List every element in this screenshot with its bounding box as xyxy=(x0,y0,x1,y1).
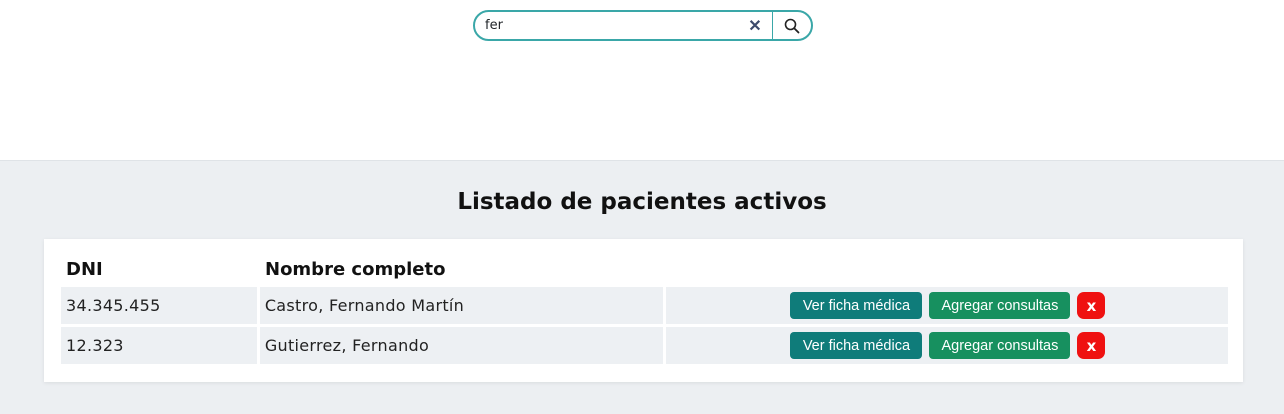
cell-nombre: Castro, Fernando Martín xyxy=(259,287,664,324)
cell-dni: 12.323 xyxy=(61,327,257,364)
delete-patient-button[interactable]: x xyxy=(1077,332,1106,359)
search-input[interactable] xyxy=(485,13,744,38)
table-row: 12.323 Gutierrez, Fernando Ver ficha méd… xyxy=(61,327,1228,364)
search-bar: ✕ xyxy=(473,10,813,41)
search-header: ✕ xyxy=(0,0,1284,161)
clear-search-icon[interactable]: ✕ xyxy=(744,14,766,38)
ver-ficha-medica-button[interactable]: Ver ficha médica xyxy=(790,332,923,359)
delete-patient-button[interactable]: x xyxy=(1077,292,1106,319)
cell-nombre: Gutierrez, Fernando xyxy=(259,327,664,364)
content-area: Listado de pacientes activos DNI Nombre … xyxy=(0,161,1284,414)
column-header-nombre: Nombre completo xyxy=(265,258,446,280)
ver-ficha-medica-button[interactable]: Ver ficha médica xyxy=(790,292,923,319)
patients-table-card: DNI Nombre completo 34.345.455 Castro, F… xyxy=(44,239,1243,382)
page-title: Listado de pacientes activos xyxy=(457,189,827,215)
search-button[interactable] xyxy=(772,12,811,39)
cell-actions: Ver ficha médica Agregar consultas x xyxy=(666,327,1228,364)
column-header-dni: DNI xyxy=(66,258,103,280)
search-icon xyxy=(784,18,800,33)
table-header: DNI Nombre completo xyxy=(61,251,1228,287)
cell-dni: 34.345.455 xyxy=(61,287,257,324)
agregar-consultas-button[interactable]: Agregar consultas xyxy=(929,332,1071,359)
table-row: 34.345.455 Castro, Fernando Martín Ver f… xyxy=(61,287,1228,324)
agregar-consultas-button[interactable]: Agregar consultas xyxy=(929,292,1071,319)
cell-actions: Ver ficha médica Agregar consultas x xyxy=(666,287,1228,324)
patients-table: DNI Nombre completo 34.345.455 Castro, F… xyxy=(61,251,1228,367)
